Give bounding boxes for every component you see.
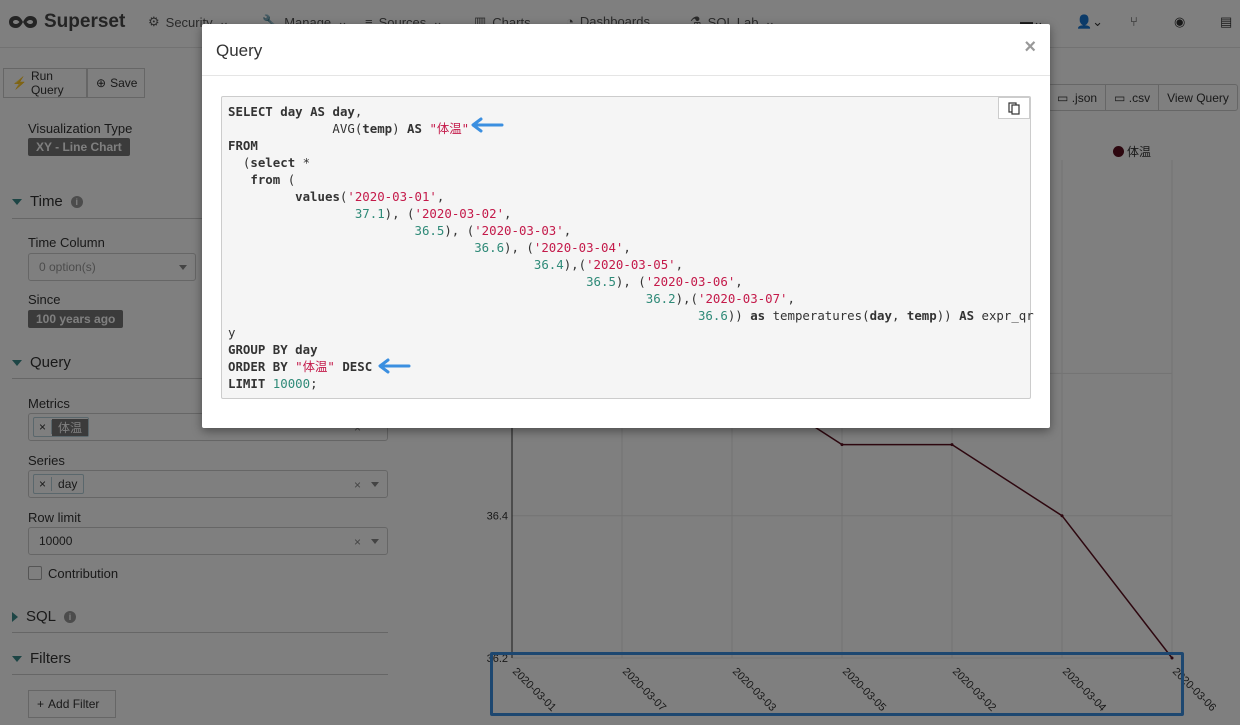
annotation-arrow-icon [471, 117, 504, 133]
sql-code-block: SELECT day AS day, AVG(temp) AS "体温" FRO… [221, 96, 1034, 399]
annotation-arrow-icon [378, 358, 411, 374]
sql-query-text: SELECT day AS day, AVG(temp) AS "体温" FRO… [228, 104, 1034, 391]
query-modal: Query × SELECT day AS day, AVG(temp) AS … [202, 24, 1050, 428]
modal-header: Query × [202, 24, 1050, 76]
modal-title: Query [216, 41, 263, 60]
close-icon[interactable]: × [1024, 36, 1036, 59]
